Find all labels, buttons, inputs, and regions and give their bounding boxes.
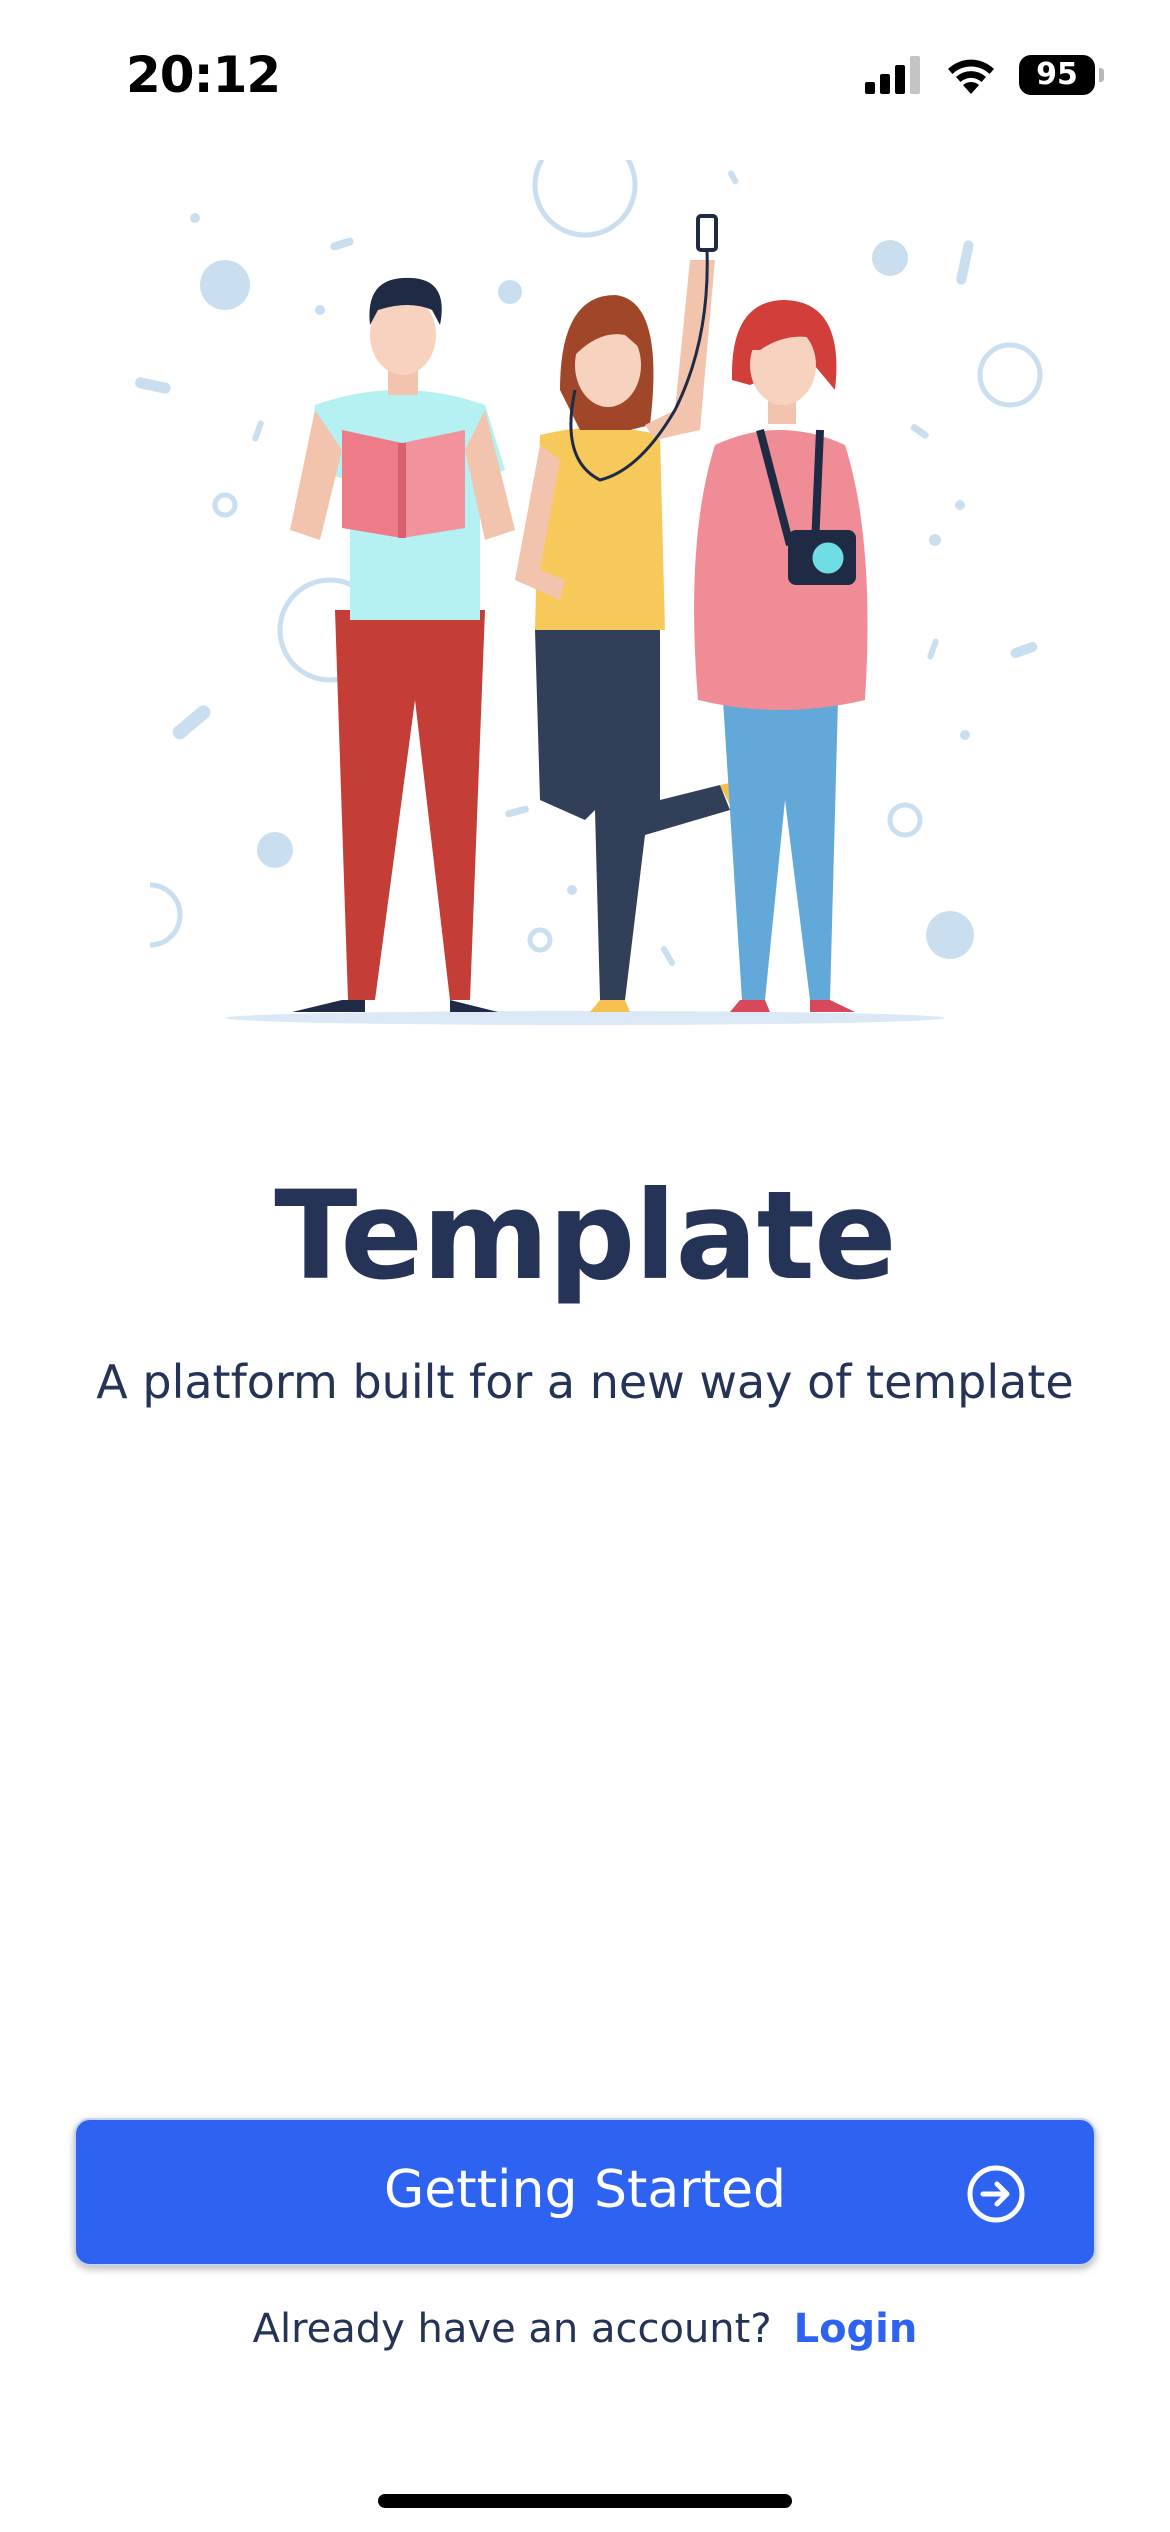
status-bar: 20:12 95 — [0, 0, 1170, 150]
wifi-icon — [948, 59, 994, 94]
app-subtitle: A platform built for a new way of templa… — [96, 1355, 1074, 1409]
login-row: Already have an account? Login — [0, 2306, 1170, 2352]
getting-started-button[interactable]: Getting Started — [74, 2118, 1096, 2266]
home-indicator[interactable] — [378, 2494, 792, 2508]
welcome-screen: 20:12 95 Template A platform built for a… — [0, 0, 1170, 2532]
status-time: 20:12 — [126, 46, 281, 104]
three-people-illustration — [135, 160, 1043, 1025]
battery-level: 95 — [1036, 57, 1078, 92]
battery-icon: 95 — [1019, 55, 1104, 95]
getting-started-label: Getting Started — [383, 2160, 787, 2220]
login-prompt: Already have an account? — [252, 2306, 772, 2352]
man-reading-book — [290, 277, 515, 1012]
app-title: Template — [274, 1165, 896, 1307]
ground-shadow — [225, 1011, 945, 1025]
woman-with-camera — [694, 300, 868, 1012]
status-icons: 95 — [865, 52, 1104, 98]
arrow-right-circle-icon — [967, 2165, 1025, 2223]
login-link[interactable]: Login — [794, 2306, 918, 2352]
signal-icon — [865, 56, 920, 94]
battery-nub — [1099, 68, 1104, 82]
